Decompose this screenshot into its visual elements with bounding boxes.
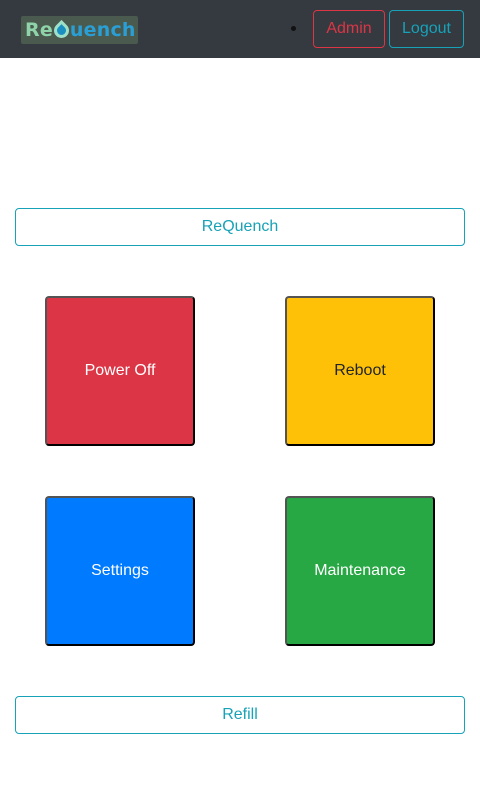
nav-bullet bbox=[291, 26, 296, 31]
settings-button[interactable]: Settings bbox=[45, 496, 195, 646]
navbar: Re uench Admin Logout bbox=[0, 0, 480, 58]
water-drop-icon bbox=[50, 19, 73, 41]
requench-button[interactable]: ReQuench bbox=[15, 208, 465, 246]
refill-button[interactable]: Refill bbox=[15, 696, 465, 734]
reboot-button[interactable]: Reboot bbox=[285, 296, 435, 446]
requench-logo[interactable]: Re uench bbox=[21, 16, 138, 44]
power-off-button[interactable]: Power Off bbox=[45, 296, 195, 446]
admin-button[interactable]: Admin bbox=[313, 10, 385, 48]
logout-button[interactable]: Logout bbox=[389, 10, 464, 48]
logo-text-re: Re bbox=[25, 19, 53, 41]
maintenance-button[interactable]: Maintenance bbox=[285, 496, 435, 646]
logo-text-uench: uench bbox=[69, 19, 136, 41]
